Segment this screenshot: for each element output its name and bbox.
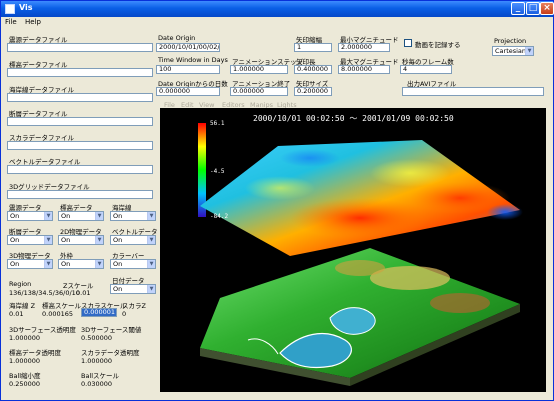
- elevation-file-field[interactable]: [7, 43, 153, 52]
- scalar-transparency-label: スカラデータ透明度: [81, 349, 140, 357]
- grid3d-file-field[interactable]: [7, 190, 153, 199]
- colorbar-mid-label: -4.5: [210, 168, 225, 175]
- scalar-z-label: スカラZ: [122, 302, 146, 310]
- std-transparency-value[interactable]: 1.000000: [9, 357, 40, 365]
- fps-field[interactable]: 4: [400, 65, 452, 74]
- window-title: Vis: [19, 3, 33, 12]
- arrow-length-field[interactable]: 0.400000: [294, 65, 332, 74]
- scalar-file-field[interactable]: [7, 141, 153, 150]
- frame-select[interactable]: On ▼: [58, 259, 104, 269]
- chevron-down-icon: ▼: [147, 260, 155, 268]
- days-from-origin-field[interactable]: 0.000000: [156, 87, 220, 96]
- minimize-button[interactable]: _: [511, 2, 525, 15]
- min-magnitude-field[interactable]: 2.000000: [338, 43, 390, 52]
- chevron-down-icon: ▼: [95, 212, 103, 220]
- record-video-checkbox[interactable]: [404, 39, 412, 47]
- plot-title: 2000/10/01 00:02:50 ～ 2001/01/09 00:02:5…: [253, 114, 454, 123]
- scalar-transparency-value[interactable]: 1.000000: [81, 357, 112, 365]
- avi-file-field[interactable]: [402, 87, 544, 96]
- phys2d-select[interactable]: On ▼: [58, 235, 104, 245]
- std-scale-label: 標高スケール: [42, 302, 81, 310]
- 3d-scene: [198, 123, 523, 386]
- zscale-value[interactable]: 0.01: [76, 289, 90, 297]
- menu-file[interactable]: File: [5, 18, 17, 26]
- anim-step-field[interactable]: 1.000000: [230, 65, 288, 74]
- ball-scale-label: Ballスケール: [81, 372, 120, 380]
- app-icon: [5, 4, 15, 14]
- title-bar[interactable]: Vis _ □ ×: [1, 1, 554, 17]
- chevron-down-icon: ▼: [95, 260, 103, 268]
- surface-threshold-label: 3Dサーフェース閾値: [81, 326, 142, 334]
- region-value[interactable]: 136/138/34.5/36/0/10: [9, 289, 80, 297]
- fault-file-field[interactable]: [7, 117, 153, 126]
- coast-z-value[interactable]: 0.01: [9, 310, 23, 318]
- coast-select[interactable]: On ▼: [110, 211, 156, 221]
- coast-z-label: 海岸線 Z: [9, 302, 36, 310]
- colorbar-min-label: -84.2: [210, 213, 229, 220]
- maximize-button[interactable]: □: [526, 2, 540, 15]
- date-data-select[interactable]: On ▼: [110, 284, 156, 294]
- ball-reduction-value[interactable]: 0.250000: [9, 380, 40, 388]
- scalar-z-value[interactable]: 0: [122, 310, 126, 318]
- 3d-viewer[interactable]: 2000/10/01 00:02:50 ～ 2001/01/09 00:02:5…: [160, 108, 546, 392]
- vector-file-field[interactable]: [7, 165, 153, 174]
- time-window-field[interactable]: 100: [156, 65, 220, 74]
- app-window: Vis _ □ × File Help 震源データファイル 標高データファイル …: [0, 0, 554, 401]
- ball-reduction-label: Ball縮小度: [9, 372, 41, 380]
- menu-bar: File Help: [1, 17, 553, 29]
- standard-select[interactable]: On ▼: [58, 211, 104, 221]
- standard-file-field[interactable]: [7, 68, 153, 77]
- projection-select[interactable]: Cartesian ▼: [492, 46, 534, 56]
- record-video-label: 動画を記録する: [415, 41, 461, 49]
- region-label: Region: [9, 280, 32, 288]
- date-origin-label: Date Origin: [158, 34, 196, 42]
- colorbar-select[interactable]: On ▼: [110, 259, 156, 269]
- fault-select[interactable]: On ▼: [7, 235, 53, 245]
- menu-help[interactable]: Help: [25, 18, 41, 26]
- vector-select[interactable]: On ▼: [110, 235, 156, 245]
- surface-transparency-value[interactable]: 1.000000: [9, 334, 40, 342]
- chevron-down-icon: ▼: [147, 236, 155, 244]
- chevron-down-icon: ▼: [147, 212, 155, 220]
- colorbar-max-label: 56.1: [210, 120, 225, 127]
- time-window-label: Time Window in Days: [158, 56, 228, 64]
- arrow-scale-field[interactable]: 1: [294, 43, 332, 52]
- arrow-size-field[interactable]: 0.200000: [294, 87, 332, 96]
- chevron-down-icon: ▼: [44, 260, 52, 268]
- chevron-down-icon: ▼: [95, 236, 103, 244]
- std-scale-value[interactable]: 0.000165: [42, 310, 73, 318]
- scalar-scale-field[interactable]: 0.000001: [81, 308, 117, 317]
- date-origin-field[interactable]: 2000/10/01/00/02/50: [156, 43, 220, 52]
- elevation-select[interactable]: On ▼: [7, 211, 53, 221]
- anim-end-field[interactable]: 0.000000: [230, 87, 288, 96]
- coast-file-field[interactable]: [7, 93, 153, 102]
- projection-label: Projection: [494, 37, 527, 45]
- phys3d-select[interactable]: On ▼: [7, 259, 53, 269]
- surface-threshold-value[interactable]: 0.500000: [81, 334, 112, 342]
- close-button[interactable]: ×: [540, 2, 554, 15]
- surface-transparency-label: 3Dサーフェース透明度: [9, 326, 76, 334]
- chevron-down-icon: ▼: [147, 285, 155, 293]
- chevron-down-icon: ▼: [44, 236, 52, 244]
- std-transparency-label: 標高データ透明度: [9, 349, 61, 357]
- chevron-down-icon: ▼: [525, 47, 533, 55]
- chevron-down-icon: ▼: [44, 212, 52, 220]
- max-magnitude-field[interactable]: 8.000000: [338, 65, 390, 74]
- ball-scale-value[interactable]: 0.030000: [81, 380, 112, 388]
